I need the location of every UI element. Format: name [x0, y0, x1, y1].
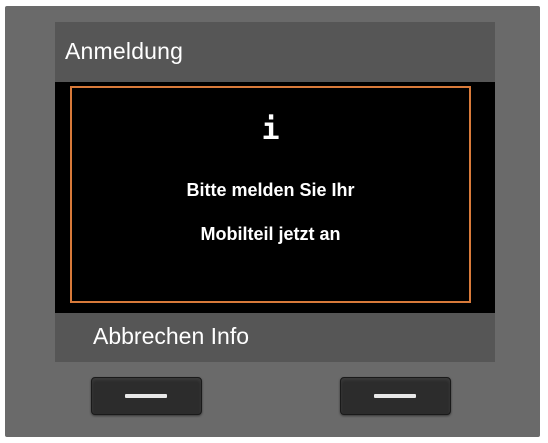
message-line-1: Bitte melden Sie Ihr	[186, 180, 355, 200]
display-screen: Anmeldung i Bitte melden Sie Ihr Mobilte…	[55, 22, 495, 362]
right-softkey-bar-icon	[374, 394, 416, 398]
left-softkey-bar-icon	[125, 394, 167, 398]
message-dialog: i Bitte melden Sie Ihr Mobilteil jetzt a…	[70, 86, 471, 303]
screen-title: Anmeldung	[65, 38, 184, 64]
title-bar: Anmeldung	[55, 22, 495, 82]
phone-device-frame: Anmeldung i Bitte melden Sie Ihr Mobilte…	[5, 6, 540, 437]
left-softkey-button[interactable]	[91, 377, 202, 415]
softkey-bar: Abbrechen Info	[55, 313, 495, 362]
right-softkey-button[interactable]	[340, 377, 451, 415]
softkey-labels: Abbrechen Info	[93, 323, 250, 349]
message-line-2: Mobilteil jetzt an	[200, 224, 341, 244]
info-icon: i	[261, 112, 280, 147]
